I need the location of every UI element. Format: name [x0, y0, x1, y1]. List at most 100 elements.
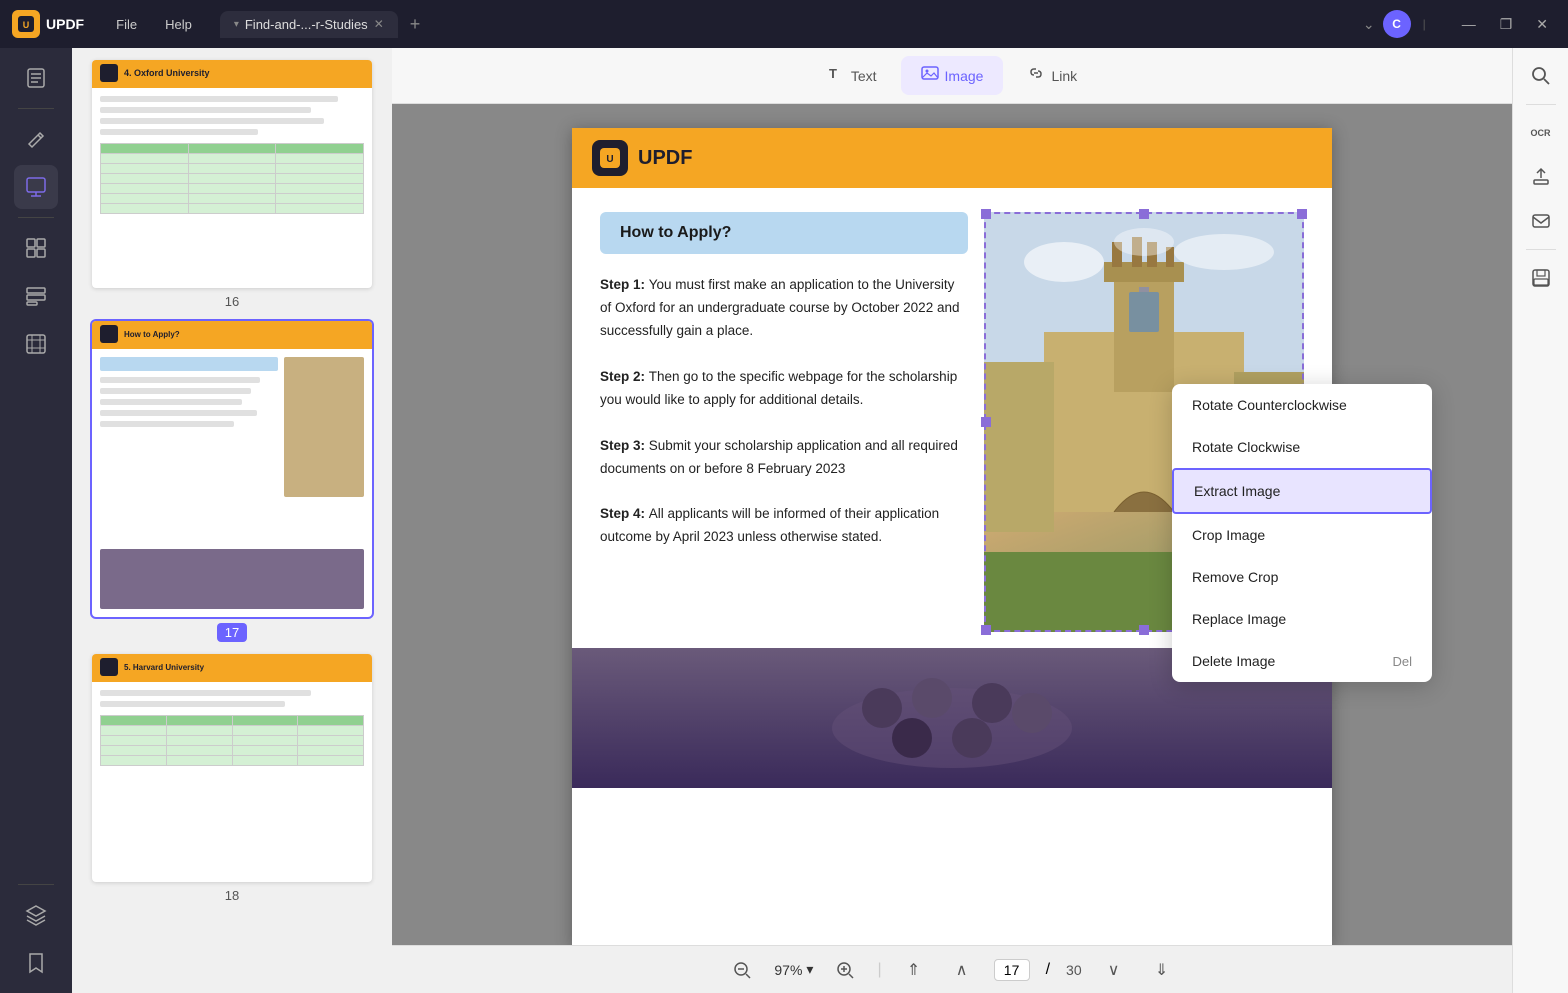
file-menu[interactable]: File [104, 13, 149, 36]
menu-bar: File Help [104, 13, 204, 36]
rotate-cw-menu-item[interactable]: Rotate Clockwise [1172, 426, 1432, 468]
nav-last-button[interactable]: ⇓ [1146, 954, 1178, 986]
text-tool-icon: T [827, 64, 845, 87]
sidebar-item-pages[interactable] [14, 56, 58, 100]
step1-label: Step 1: [600, 277, 649, 292]
thumb-header-17: How to Apply? [92, 321, 372, 349]
tab-bar: ▾ Find-and-...-r-Studies ✕ + [220, 11, 1355, 38]
sidebar-right: OCR [1512, 48, 1568, 993]
step3-label: Step 3: [600, 438, 649, 453]
bottom-toolbar: 97% ▾ | ⇑ ∧ / 30 ∨ ⇓ [392, 945, 1512, 993]
thumb-card-17[interactable]: How to Apply? [92, 321, 372, 617]
thumb-num-17: 17 [217, 623, 247, 642]
step2-label: Step 2: [600, 369, 649, 384]
sidebar-divider-1 [18, 108, 54, 109]
remove-crop-menu-item[interactable]: Remove Crop [1172, 556, 1432, 598]
link-tool-button[interactable]: Link [1007, 56, 1097, 95]
logo-icon: U [12, 10, 40, 38]
right-divider-2 [1526, 249, 1556, 250]
replace-image-menu-item[interactable]: Replace Image [1172, 598, 1432, 640]
save-button[interactable] [1521, 258, 1561, 298]
close-button[interactable]: ✕ [1528, 14, 1556, 35]
thumb-card-18[interactable]: 5. Harvard University [92, 654, 372, 882]
step3-text: Submit your scholarship application and … [600, 438, 958, 476]
sidebar-item-edit[interactable] [14, 117, 58, 161]
crop-image-menu-item[interactable]: Crop Image [1172, 514, 1432, 556]
zoom-out-button[interactable] [726, 954, 758, 986]
sidebar-item-annotate[interactable] [14, 165, 58, 209]
avatar[interactable]: C [1383, 10, 1411, 38]
updf-logo-small: U [592, 140, 628, 176]
nav-next-button[interactable]: ∨ [1098, 954, 1130, 986]
page-separator: / [1046, 961, 1050, 979]
divider-line: | [1423, 17, 1426, 31]
link-tool-label: Link [1051, 68, 1077, 84]
export-button[interactable] [1521, 157, 1561, 197]
sidebar-divider-2 [18, 217, 54, 218]
title-bar: U UPDF File Help ▾ Find-and-...-r-Studie… [0, 0, 1568, 48]
add-tab-button[interactable]: + [402, 14, 429, 35]
content-wrapper: T Text Image Link [392, 48, 1512, 993]
help-menu[interactable]: Help [153, 13, 204, 36]
sidebar-item-layers[interactable] [14, 893, 58, 937]
sidebar-item-recognize[interactable] [14, 322, 58, 366]
thumb-num-18: 18 [225, 888, 239, 903]
steps-text: Step 1: You must first make an applicati… [600, 274, 968, 549]
image-tool-label: Image [945, 68, 984, 84]
app-logo: U UPDF [12, 10, 84, 38]
thumb-body-16 [92, 88, 372, 288]
delete-image-menu-item[interactable]: Delete Image Del [1172, 640, 1432, 682]
extract-image-menu-item[interactable]: Extract Image [1172, 468, 1432, 514]
text-tool-button[interactable]: T Text [807, 56, 897, 95]
tab-close-icon[interactable]: ✕ [374, 17, 384, 31]
thumbnail-page-16[interactable]: 4. Oxford University [84, 60, 380, 309]
step1-text: You must first make an application to th… [600, 277, 959, 338]
thumb-num-16: 16 [225, 294, 239, 309]
tabs-dropdown-icon[interactable]: ⌄ [1363, 16, 1375, 33]
minimize-button[interactable]: — [1454, 14, 1484, 35]
tab-arrow-icon: ▾ [234, 19, 239, 30]
zoom-display: 97% ▾ [774, 961, 813, 978]
right-divider-1 [1526, 104, 1556, 105]
maximize-button[interactable]: ❐ [1492, 14, 1521, 35]
sidebar-left [0, 48, 72, 993]
image-tool-button[interactable]: Image [901, 56, 1004, 95]
thumbnail-page-17[interactable]: How to Apply? [84, 321, 380, 642]
tab-label: Find-and-...-r-Studies [245, 17, 368, 32]
page-input[interactable] [994, 959, 1030, 981]
step4-label: Step 4: [600, 506, 649, 521]
sidebar-item-bookmark[interactable] [14, 941, 58, 985]
updf-brand-text: UPDF [638, 147, 692, 170]
thumb-header-18: 5. Harvard University [92, 654, 372, 682]
title-bar-right: ⌄ C | — ❐ ✕ [1363, 10, 1556, 38]
thumb-card-16[interactable]: 4. Oxford University [92, 60, 372, 288]
thumbnail-page-18[interactable]: 5. Harvard University 18 [84, 654, 380, 903]
pdf-viewer: U UPDF How to Apply? Step 1: You must fi… [392, 104, 1512, 945]
link-tool-icon [1027, 64, 1045, 87]
thumb-body-17 [92, 349, 372, 549]
rotate-ccw-menu-item[interactable]: Rotate Counterclockwise [1172, 384, 1432, 426]
top-toolbar: T Text Image Link [392, 48, 1512, 104]
delete-image-shortcut: Del [1392, 654, 1412, 669]
sidebar-item-organize[interactable] [14, 274, 58, 318]
pdf-page-header: U UPDF [572, 128, 1332, 188]
how-to-apply-box: How to Apply? [600, 212, 968, 254]
pdf-text-content: How to Apply? Step 1: You must first mak… [600, 212, 968, 632]
nav-prev-button[interactable]: ∧ [946, 954, 978, 986]
zoom-dropdown-icon[interactable]: ▾ [806, 961, 813, 978]
nav-first-button[interactable]: ⇑ [898, 954, 930, 986]
step4-text: All applicants will be informed of their… [600, 506, 939, 544]
svg-text:U: U [23, 20, 30, 30]
image-tool-icon [921, 64, 939, 87]
search-icon-button[interactable] [1521, 56, 1561, 96]
step2-text: Then go to the specific webpage for the … [600, 369, 957, 407]
svg-text:U: U [606, 154, 613, 165]
thumb-header-16: 4. Oxford University [92, 60, 372, 88]
ocr-button[interactable]: OCR [1521, 113, 1561, 153]
sidebar-item-extract[interactable] [14, 226, 58, 270]
zoom-in-button[interactable] [829, 954, 861, 986]
thumb-body-18 [92, 682, 372, 882]
page-total: 30 [1066, 962, 1082, 978]
share-button[interactable] [1521, 201, 1561, 241]
active-tab[interactable]: ▾ Find-and-...-r-Studies ✕ [220, 11, 398, 38]
